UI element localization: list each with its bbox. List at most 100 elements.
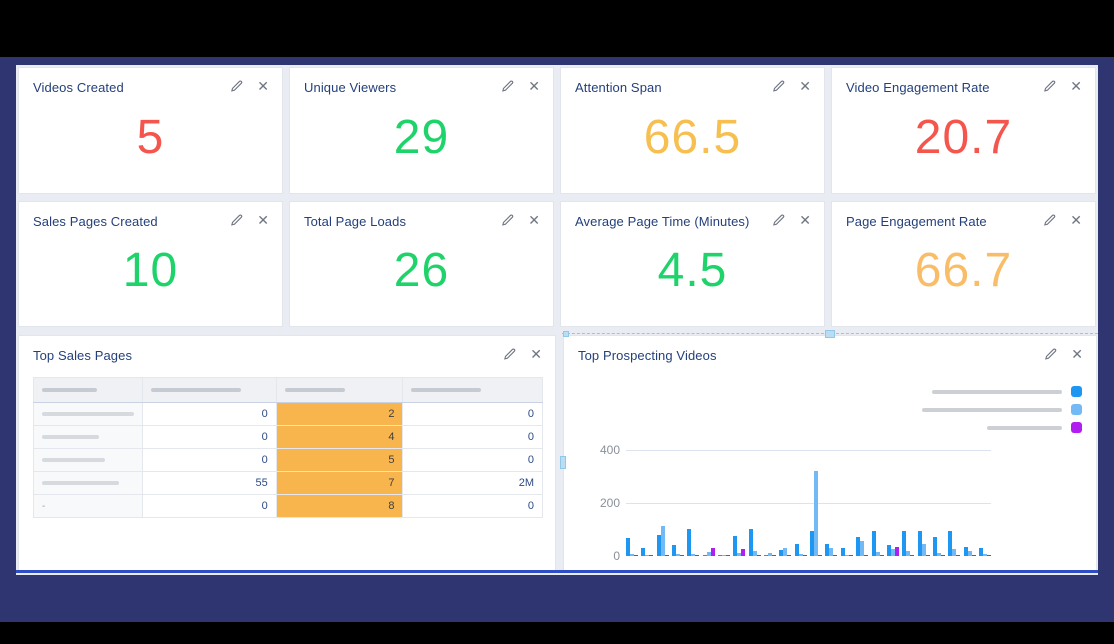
edit-pencil-icon[interactable] xyxy=(230,214,243,227)
bar-group xyxy=(749,529,761,556)
bottom-row: Top Sales Pages ✕ 0 2 0 0 4 0 xyxy=(18,335,1097,571)
card-title: Unique Viewers xyxy=(304,80,396,95)
dashboard-canvas: Videos Created ✕ 5 Unique Viewers ✕ 29 A… xyxy=(16,65,1098,575)
metric-cell: 0 xyxy=(143,403,277,426)
bar-group xyxy=(825,544,837,556)
card-actions: ✕ xyxy=(501,214,540,227)
resize-handle-left-middle[interactable] xyxy=(560,456,566,469)
card-header: Average Page Time (Minutes) ✕ xyxy=(561,202,824,229)
bar xyxy=(687,529,691,556)
bar xyxy=(972,555,976,556)
metric-card[interactable]: Videos Created ✕ 5 xyxy=(18,67,283,194)
metric-value: 66.7 xyxy=(832,229,1095,326)
bar xyxy=(987,555,991,556)
close-x-icon[interactable]: ✕ xyxy=(799,214,811,227)
metric-card[interactable]: Total Page Loads ✕ 26 xyxy=(289,201,554,327)
bar-group xyxy=(918,531,930,556)
bar xyxy=(849,555,853,556)
close-x-icon[interactable]: ✕ xyxy=(530,348,542,361)
card-actions: ✕ xyxy=(501,80,540,93)
column-header xyxy=(403,378,543,403)
bar-chart-plot xyxy=(626,450,991,556)
legend-item[interactable] xyxy=(922,404,1082,415)
close-x-icon[interactable]: ✕ xyxy=(257,80,269,93)
bar-group xyxy=(718,555,730,556)
metric-card[interactable]: Unique Viewers ✕ 29 xyxy=(289,67,554,194)
edit-pencil-icon[interactable] xyxy=(230,80,243,93)
edit-pencil-icon[interactable] xyxy=(1043,80,1056,93)
metric-card[interactable]: Average Page Time (Minutes) ✕ 4.5 xyxy=(560,201,825,327)
bar xyxy=(910,555,914,556)
metric-cell: 0 xyxy=(143,495,277,518)
bar xyxy=(814,471,818,556)
bar xyxy=(665,555,669,556)
edit-pencil-icon[interactable] xyxy=(501,80,514,93)
metric-value: 20.7 xyxy=(832,95,1095,193)
legend-swatch xyxy=(1071,404,1082,415)
bar xyxy=(818,555,822,556)
card-actions: ✕ xyxy=(230,214,269,227)
card-header: Video Engagement Rate ✕ xyxy=(832,68,1095,95)
metric-cell: 55 xyxy=(143,472,277,495)
dashboard-panel: Videos Created ✕ 5 Unique Viewers ✕ 29 A… xyxy=(0,57,1114,622)
bar xyxy=(787,555,791,556)
metric-value: 5 xyxy=(19,95,282,193)
metric-card[interactable]: Video Engagement Rate ✕ 20.7 xyxy=(831,67,1096,194)
top-sales-pages-card[interactable]: Top Sales Pages ✕ 0 2 0 0 4 0 xyxy=(18,335,556,571)
legend-item[interactable] xyxy=(922,422,1082,433)
bar-group xyxy=(872,531,884,556)
metric-value: 66.5 xyxy=(561,95,824,193)
table-row: 0 5 0 xyxy=(34,449,543,472)
close-x-icon[interactable]: ✕ xyxy=(257,214,269,227)
bar-group xyxy=(933,537,945,556)
close-x-icon[interactable]: ✕ xyxy=(1070,80,1082,93)
page-name-cell xyxy=(34,403,143,426)
card-header: Top Sales Pages ✕ xyxy=(19,336,555,363)
edit-pencil-icon[interactable] xyxy=(503,348,516,361)
legend-item[interactable] xyxy=(922,386,1082,397)
edit-pencil-icon[interactable] xyxy=(501,214,514,227)
bar-series-area xyxy=(626,450,991,556)
edit-pencil-icon[interactable] xyxy=(1043,214,1056,227)
bar xyxy=(803,555,807,556)
edit-pencil-icon[interactable] xyxy=(1044,348,1057,361)
bar-group xyxy=(672,545,684,556)
bar-group xyxy=(779,548,791,556)
legend-swatch xyxy=(1071,422,1082,433)
column-header xyxy=(276,378,403,403)
close-x-icon[interactable]: ✕ xyxy=(528,80,540,93)
sales-pages-table: 0 2 0 0 4 0 0 5 0 55 7 2M - 0 8 0 xyxy=(33,377,543,518)
card-title: Video Engagement Rate xyxy=(846,80,990,95)
bar xyxy=(880,555,884,556)
redacted-header-label xyxy=(42,388,97,392)
metric-card[interactable]: Attention Span ✕ 66.5 xyxy=(560,67,825,194)
close-x-icon[interactable]: ✕ xyxy=(1071,348,1083,361)
bar-group xyxy=(887,545,899,556)
metric-cell: 0 xyxy=(403,426,543,449)
close-x-icon[interactable]: ✕ xyxy=(1070,214,1082,227)
resize-handle-top-center[interactable] xyxy=(825,330,835,338)
edit-pencil-icon[interactable] xyxy=(772,80,785,93)
metric-card[interactable]: Sales Pages Created ✕ 10 xyxy=(18,201,283,327)
bar-group xyxy=(810,471,822,556)
redacted-legend-label xyxy=(987,426,1062,430)
close-x-icon[interactable]: ✕ xyxy=(528,214,540,227)
chart-legend xyxy=(922,386,1082,440)
y-axis-tick-200: 200 xyxy=(582,496,620,510)
edit-pencil-icon[interactable] xyxy=(772,214,785,227)
metric-card[interactable]: Page Engagement Rate ✕ 66.7 xyxy=(831,201,1096,327)
bar xyxy=(864,555,868,556)
top-prospecting-videos-card[interactable]: Top Prospecting Videos ✕ 400 200 0 xyxy=(563,335,1097,571)
page-name-cell xyxy=(34,426,143,449)
card-header: Attention Span ✕ xyxy=(561,68,824,95)
metric-value: 4.5 xyxy=(561,229,824,326)
close-x-icon[interactable]: ✕ xyxy=(799,80,811,93)
metrics-grid: Videos Created ✕ 5 Unique Viewers ✕ 29 A… xyxy=(18,67,1096,327)
resize-handle-top-left[interactable] xyxy=(563,331,569,337)
bar xyxy=(711,548,715,556)
redacted-legend-label xyxy=(922,408,1062,412)
page-name-cell xyxy=(34,449,143,472)
bar-group xyxy=(979,548,991,556)
redacted-header-label xyxy=(151,388,241,392)
bar-group xyxy=(795,544,807,556)
